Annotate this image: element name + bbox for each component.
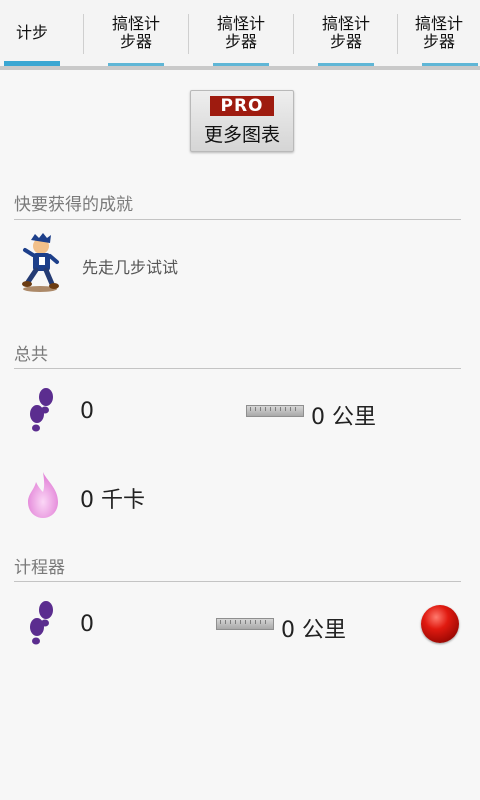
section-divider	[14, 368, 461, 369]
tab-funny-pedometer-2[interactable]: 搞怪计步器	[189, 0, 293, 66]
ruler-icon	[246, 405, 304, 417]
section-divider	[14, 219, 461, 220]
pedometer-distance-value: 0 公里	[281, 618, 346, 643]
flame-icon	[28, 472, 58, 518]
tab-label: 搞怪计步器	[414, 14, 463, 51]
total-calories-value: 0 千卡	[80, 488, 145, 513]
tab-funny-pedometer-4[interactable]: 搞怪计步器	[398, 0, 480, 66]
pro-badge: PRO	[210, 96, 274, 116]
tab-bar-baseline	[0, 66, 480, 70]
pedometer-section-title: 计程器	[14, 558, 65, 578]
footprints-icon	[30, 601, 53, 645]
totals-section-title: 总共	[14, 345, 48, 365]
tab-label: 搞怪计步器	[321, 14, 370, 51]
tab-funny-pedometer-3[interactable]: 搞怪计步器	[294, 0, 398, 66]
section-divider	[14, 581, 461, 582]
tab-label: 搞怪计步器	[111, 14, 160, 51]
ruler-icon	[216, 618, 274, 630]
pro-button-label: 更多图表	[203, 124, 280, 146]
tab-label: 搞怪计步器	[216, 14, 265, 51]
achievement-text: 先走几步试试	[82, 258, 179, 277]
achievements-section-title: 快要获得的成就	[14, 195, 133, 215]
total-distance-value: 0 公里	[311, 405, 376, 430]
tab-bar: 计步 搞怪计步器 搞怪计步器 搞怪计步器 搞怪计步器	[0, 0, 480, 70]
walking-man-icon	[22, 233, 59, 292]
tab-funny-pedometer-1[interactable]: 搞怪计步器	[84, 0, 188, 66]
footprints-icon	[30, 388, 53, 432]
record-button[interactable]	[421, 605, 459, 643]
total-steps-value: 0	[80, 399, 94, 424]
tab-label: 计步	[15, 23, 48, 42]
tab-steps[interactable]: 计步	[0, 0, 64, 66]
pedometer-steps-value: 0	[80, 612, 94, 637]
pro-more-charts-button[interactable]: PRO 更多图表	[190, 90, 294, 152]
